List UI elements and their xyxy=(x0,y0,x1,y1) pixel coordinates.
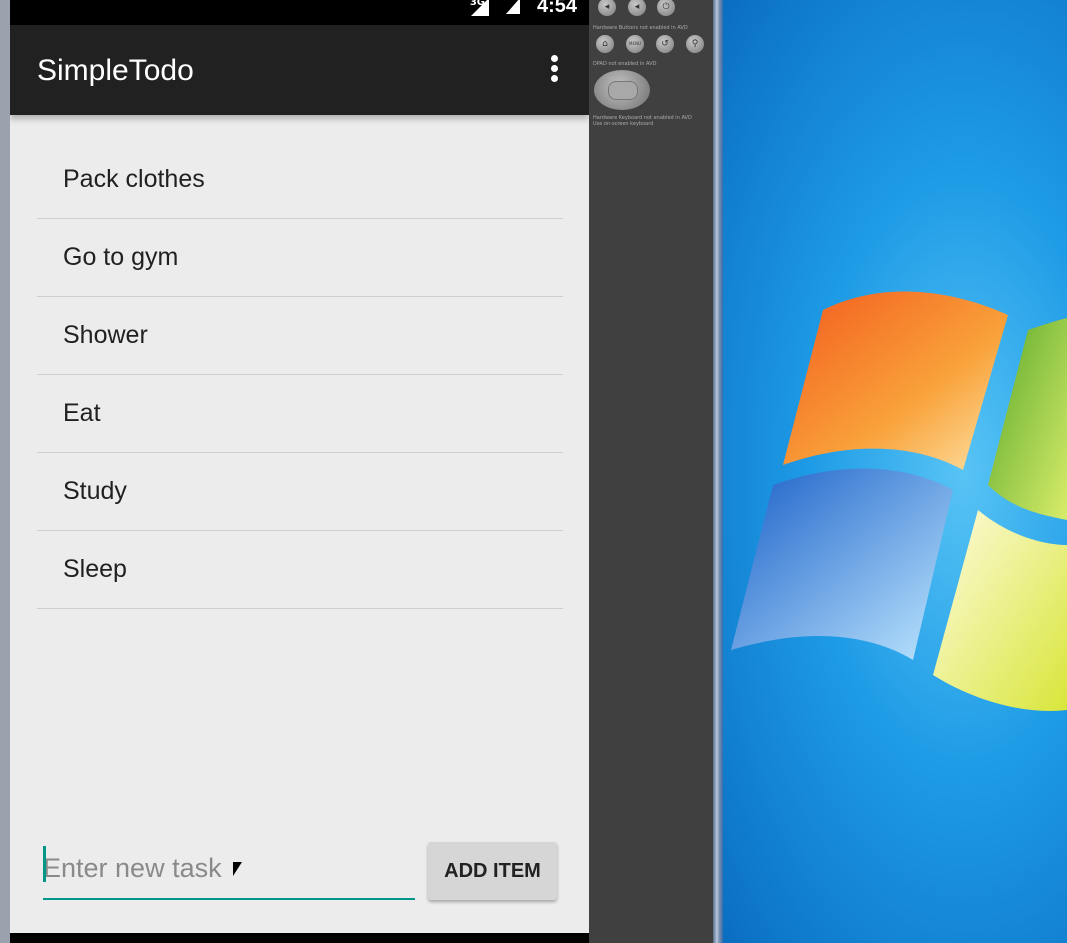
power-icon[interactable]: ⏻ xyxy=(657,0,675,16)
volume-up-icon[interactable]: ◂ xyxy=(628,0,646,16)
device-screen: 3G 4:54 SimpleTodo Pack clothes Go to gy… xyxy=(10,0,589,943)
list-item-label: Sleep xyxy=(63,555,127,583)
navigation-bar xyxy=(10,933,589,943)
status-time: 4:54 xyxy=(536,0,577,17)
emulator-controls-panel: ◂ ◂ ⏻ Hardware Buttons not enabled in AV… xyxy=(589,0,713,943)
mouse-pointer-icon xyxy=(233,862,242,876)
add-item-button[interactable]: ADD ITEM xyxy=(428,842,557,900)
keyboard-note-2: Use on-screen keyboard xyxy=(593,121,654,127)
list-item[interactable]: Eat xyxy=(37,375,563,453)
windows-logo-icon xyxy=(731,291,1067,711)
list-item[interactable]: Sleep xyxy=(37,531,563,609)
todo-list: Pack clothes Go to gym Shower Eat Study … xyxy=(37,141,563,609)
dpad-control[interactable] xyxy=(594,70,650,110)
more-vert-icon[interactable] xyxy=(551,55,559,83)
search-icon[interactable]: ⚲ xyxy=(686,35,704,53)
list-item-label: Study xyxy=(63,477,127,505)
list-item-label: Shower xyxy=(63,321,148,349)
new-task-input[interactable] xyxy=(43,838,415,900)
list-item[interactable]: Go to gym xyxy=(37,219,563,297)
app-bar: SimpleTodo xyxy=(10,25,589,115)
text-caret xyxy=(43,846,46,882)
menu-button[interactable]: MENU xyxy=(626,35,644,53)
dpad-note: DPAD not enabled in AVD xyxy=(593,61,657,67)
home-icon[interactable]: ⌂ xyxy=(596,35,614,53)
windows-desktop-wallpaper xyxy=(723,0,1067,943)
battery-icon xyxy=(506,0,520,14)
list-item[interactable]: Study xyxy=(37,453,563,531)
android-emulator-window: 3G 4:54 SimpleTodo Pack clothes Go to gy… xyxy=(0,0,589,943)
hardware-buttons-note: Hardware Buttons not enabled in AVD xyxy=(593,25,688,31)
list-item-label: Pack clothes xyxy=(63,165,205,193)
status-bar: 3G 4:54 xyxy=(10,0,589,25)
list-item[interactable]: Shower xyxy=(37,297,563,375)
volume-down-icon[interactable]: ◂ xyxy=(598,0,616,16)
dpad-center-button[interactable] xyxy=(608,81,638,100)
window-border xyxy=(713,0,723,943)
signal-icon xyxy=(471,0,489,16)
app-title: SimpleTodo xyxy=(37,54,194,87)
list-item-label: Eat xyxy=(63,399,101,427)
list-item[interactable]: Pack clothes xyxy=(37,141,563,219)
back-icon[interactable]: ↺ xyxy=(656,35,674,53)
list-item-label: Go to gym xyxy=(63,243,179,271)
